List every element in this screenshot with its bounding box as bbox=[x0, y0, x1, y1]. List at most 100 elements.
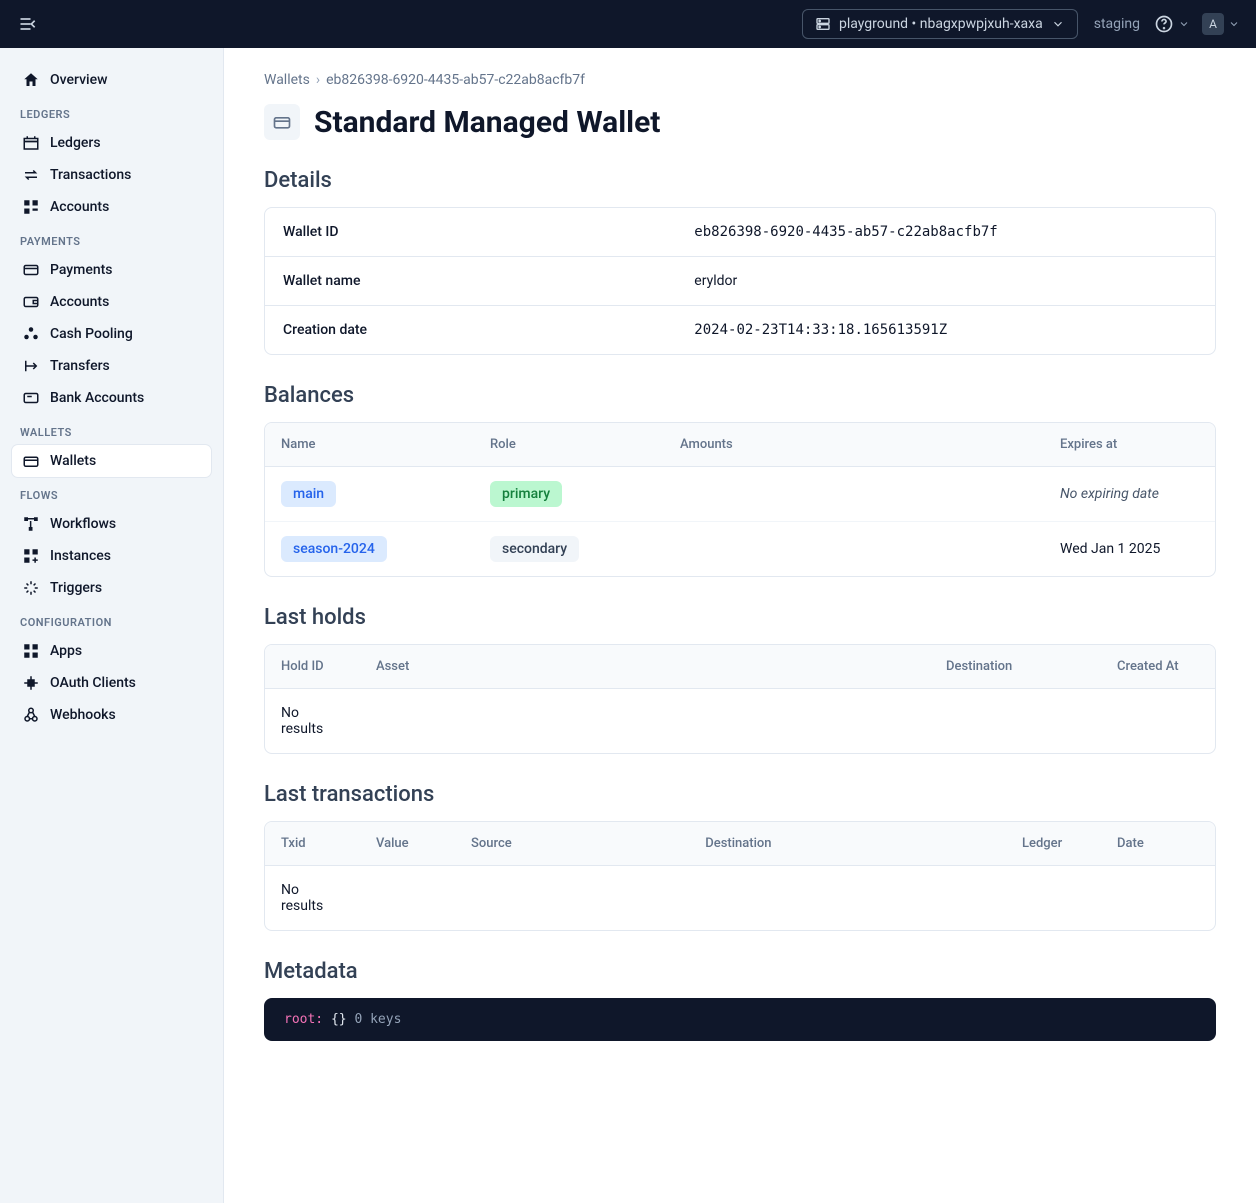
help-icon bbox=[1154, 14, 1174, 34]
breadcrumb-root[interactable]: Wallets bbox=[264, 72, 310, 88]
section-title-balances: Balances bbox=[264, 383, 1216, 408]
page-title-row: Standard Managed Wallet bbox=[264, 104, 1216, 140]
details-card: Wallet ID eb826398-6920-4435-ab57-c22ab8… bbox=[264, 207, 1216, 355]
column-header-destination: Destination bbox=[689, 822, 1006, 866]
stack-label: playground • nbagxpwpjxuh-xaxa bbox=[839, 16, 1043, 32]
chevron-down-icon bbox=[1051, 17, 1065, 31]
column-header-amounts: Amounts bbox=[664, 423, 1044, 467]
sidebar-item-label: Triggers bbox=[50, 580, 102, 596]
sidebar-item-label: Accounts bbox=[50, 294, 109, 310]
column-header-hold-id: Hold ID bbox=[265, 645, 360, 689]
sidebar: Overview LEDGERS Ledgers Transactions Ac… bbox=[0, 48, 224, 1203]
webhook-icon bbox=[22, 706, 40, 724]
section-title-holds: Last holds bbox=[264, 605, 1216, 630]
grid-icon bbox=[22, 198, 40, 216]
column-header-created-at: Created At bbox=[1101, 645, 1215, 689]
wallet-icon bbox=[264, 104, 300, 140]
sidebar-item-label: Wallets bbox=[50, 453, 96, 469]
help-menu[interactable] bbox=[1154, 14, 1190, 34]
flow-icon bbox=[22, 515, 40, 533]
metadata-root-key: root: bbox=[284, 1012, 323, 1027]
wallet-icon bbox=[22, 452, 40, 470]
detail-row: Wallet ID eb826398-6920-4435-ab57-c22ab8… bbox=[265, 208, 1215, 257]
table-row: main primary No expiring date bbox=[265, 467, 1215, 522]
folder-icon bbox=[22, 389, 40, 407]
column-header-date: Date bbox=[1101, 822, 1215, 866]
sidebar-item-label: Payments bbox=[50, 262, 113, 278]
sidebar-section-payments: PAYMENTS bbox=[12, 223, 211, 254]
metadata-box: root: {} 0 keys bbox=[264, 998, 1216, 1041]
sidebar-item-label: Webhooks bbox=[50, 707, 116, 723]
sidebar-item-transfers[interactable]: Transfers bbox=[12, 350, 211, 382]
sidebar-item-label: Workflows bbox=[50, 516, 116, 532]
sidebar-item-accounts-ledger[interactable]: Accounts bbox=[12, 191, 211, 223]
menu-collapse-icon bbox=[18, 14, 38, 34]
transactions-no-results: No results bbox=[265, 866, 335, 930]
sidebar-item-cash-pooling[interactable]: Cash Pooling bbox=[12, 318, 211, 350]
sidebar-item-instances[interactable]: Instances bbox=[12, 540, 211, 572]
sidebar-item-webhooks[interactable]: Webhooks bbox=[12, 699, 211, 731]
balance-expires: No expiring date bbox=[1044, 467, 1215, 522]
spark-icon bbox=[22, 579, 40, 597]
page-title: Standard Managed Wallet bbox=[314, 105, 660, 140]
chevron-down-icon bbox=[1228, 18, 1240, 30]
balance-role-badge: secondary bbox=[490, 536, 579, 562]
sidebar-item-label: Instances bbox=[50, 548, 111, 564]
section-title-transactions: Last transactions bbox=[264, 782, 1216, 807]
sidebar-item-label: Apps bbox=[50, 643, 82, 659]
column-header-expires: Expires at bbox=[1044, 423, 1215, 467]
balances-table: Name Role Amounts Expires at mainprimary… bbox=[264, 422, 1216, 577]
sidebar-item-apps[interactable]: Apps bbox=[12, 635, 211, 667]
sidebar-item-wallets[interactable]: Wallets bbox=[12, 445, 211, 477]
sidebar-item-label: Overview bbox=[50, 72, 107, 88]
detail-row: Wallet name eryldor bbox=[265, 257, 1215, 306]
sidebar-item-label: Transactions bbox=[50, 167, 131, 183]
balance-name-link[interactable]: main bbox=[281, 481, 336, 507]
avatar: A bbox=[1202, 13, 1224, 35]
balance-amounts bbox=[664, 522, 1044, 577]
topbar: playground • nbagxpwpjxuh-xaxa staging A bbox=[0, 0, 1256, 48]
transactions-table: Txid Value Source Destination Ledger Dat… bbox=[264, 821, 1216, 931]
column-header-txid: Txid bbox=[265, 822, 360, 866]
main-content: Wallets › eb826398-6920-4435-ab57-c22ab8… bbox=[224, 48, 1256, 1203]
arrow-right-icon bbox=[22, 357, 40, 375]
swap-icon bbox=[22, 166, 40, 184]
balance-role-badge: primary bbox=[490, 481, 562, 507]
environment-label[interactable]: staging bbox=[1094, 16, 1140, 32]
sidebar-section-ledgers: LEDGERS bbox=[12, 96, 211, 127]
metadata-keys-count: 0 keys bbox=[354, 1012, 401, 1027]
apps-icon bbox=[22, 642, 40, 660]
breadcrumb-current: eb826398-6920-4435-ab57-c22ab8acfb7f bbox=[326, 72, 585, 88]
user-menu[interactable]: A bbox=[1202, 13, 1240, 35]
sidebar-item-label: Cash Pooling bbox=[50, 326, 133, 342]
sidebar-item-label: Accounts bbox=[50, 199, 109, 215]
sidebar-item-ledgers[interactable]: Ledgers bbox=[12, 127, 211, 159]
sidebar-item-bank-accounts[interactable]: Bank Accounts bbox=[12, 382, 211, 414]
sidebar-item-workflows[interactable]: Workflows bbox=[12, 508, 211, 540]
sidebar-item-accounts-payments[interactable]: Accounts bbox=[12, 286, 211, 318]
holds-table: Hold ID Asset Destination Created At No … bbox=[264, 644, 1216, 754]
holds-no-results: No results bbox=[265, 689, 335, 753]
column-header-role: Role bbox=[474, 423, 664, 467]
sidebar-item-triggers[interactable]: Triggers bbox=[12, 572, 211, 604]
puzzle-icon bbox=[22, 674, 40, 692]
column-header-asset: Asset bbox=[360, 645, 930, 689]
stack-selector[interactable]: playground • nbagxpwpjxuh-xaxa bbox=[802, 9, 1078, 39]
detail-key: Wallet ID bbox=[283, 224, 694, 240]
section-title-details: Details bbox=[264, 168, 1216, 193]
sidebar-toggle[interactable] bbox=[16, 12, 40, 36]
metadata-braces: {} bbox=[331, 1012, 347, 1027]
sidebar-item-oauth-clients[interactable]: OAuth Clients bbox=[12, 667, 211, 699]
dots-icon bbox=[22, 325, 40, 343]
sidebar-item-payments[interactable]: Payments bbox=[12, 254, 211, 286]
sidebar-item-overview[interactable]: Overview bbox=[12, 64, 211, 96]
server-icon bbox=[815, 16, 831, 32]
sidebar-item-label: Transfers bbox=[50, 358, 110, 374]
home-icon bbox=[22, 71, 40, 89]
card-icon bbox=[22, 261, 40, 279]
balance-expires: Wed Jan 1 2025 bbox=[1044, 522, 1215, 577]
sidebar-section-configuration: CONFIGURATION bbox=[12, 604, 211, 635]
sidebar-item-transactions[interactable]: Transactions bbox=[12, 159, 211, 191]
balance-amounts bbox=[664, 467, 1044, 522]
balance-name-link[interactable]: season-2024 bbox=[281, 536, 387, 562]
